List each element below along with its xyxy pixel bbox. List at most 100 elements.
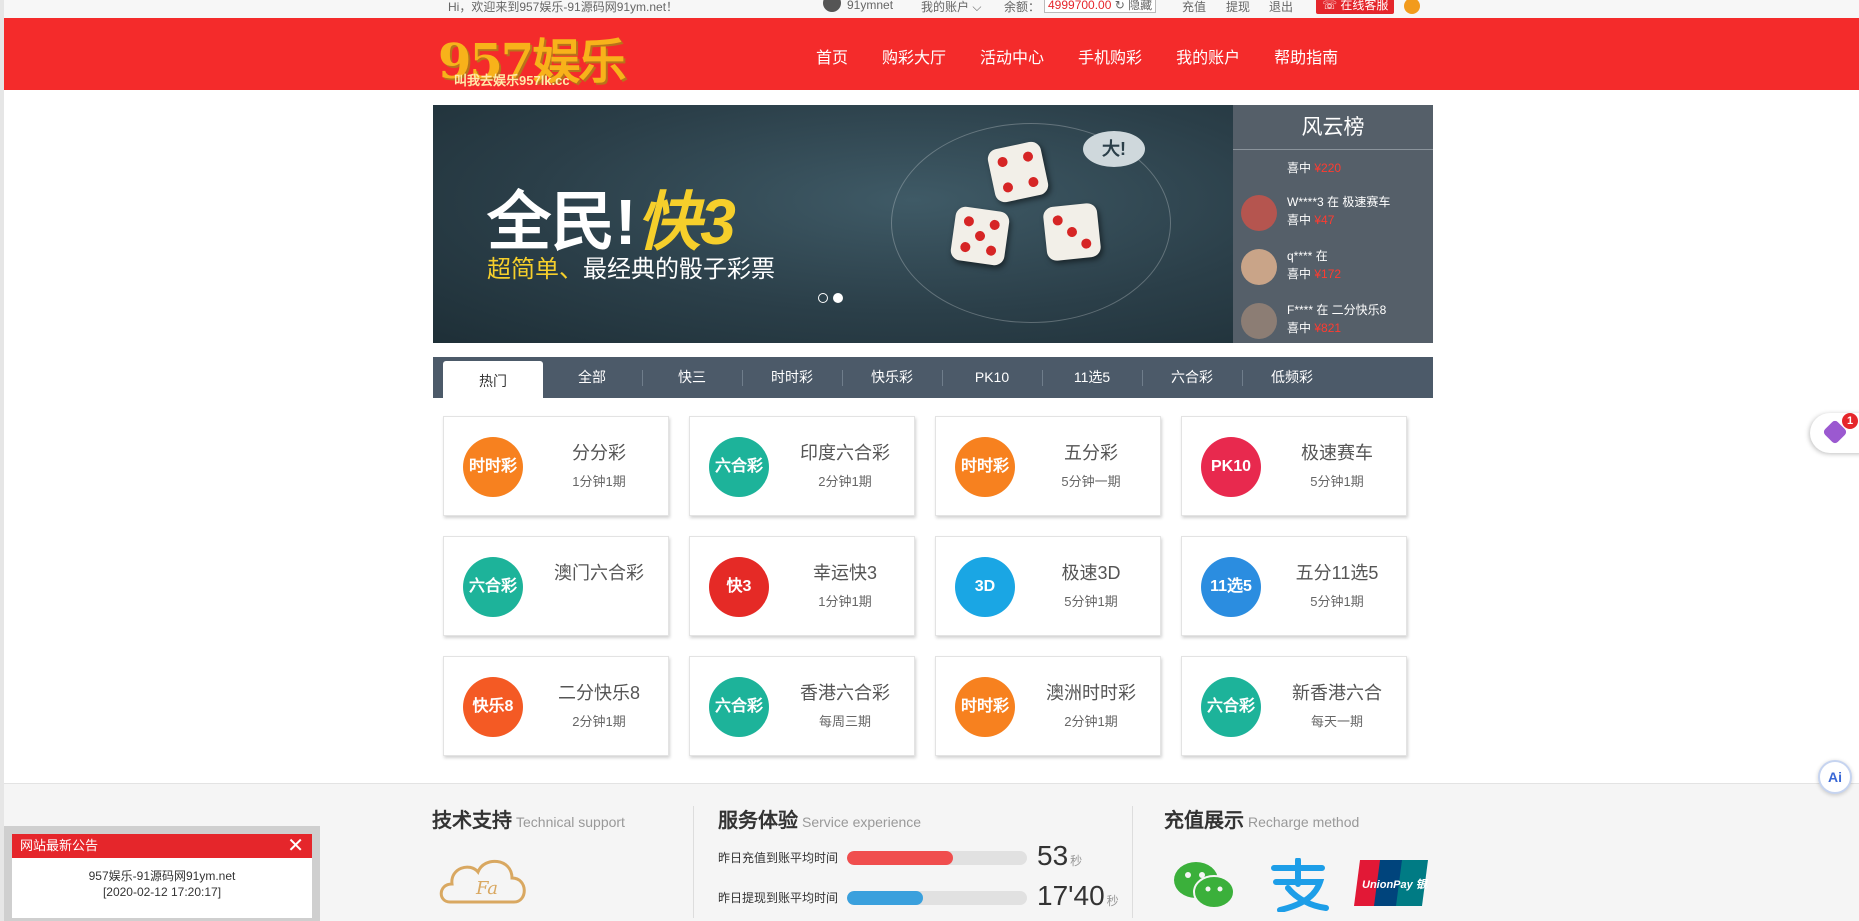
- carousel-dot[interactable]: [818, 293, 828, 303]
- promo-banner[interactable]: 全民!快3 超简单、最经典的骰子彩票 大!: [433, 105, 1233, 343]
- game-frequency: 2分钟1期: [818, 474, 872, 489]
- dice-graphic: [1042, 202, 1102, 262]
- my-account-dropdown[interactable]: 我的账户 ⌵: [921, 0, 981, 15]
- ai-assistant-button[interactable]: Ai: [1818, 760, 1852, 794]
- carousel-dot-active[interactable]: [833, 293, 843, 303]
- tab-all[interactable]: 全部: [542, 357, 642, 398]
- game-card[interactable]: 六合彩 新香港六合 每天一期: [1181, 656, 1407, 756]
- close-icon[interactable]: ✕: [287, 834, 304, 858]
- top-bar: Hi，欢迎来到957娱乐-91源码网91ym.net！ 91ymnet 我的账户…: [4, 0, 1859, 18]
- dice-graphic: [985, 139, 1051, 205]
- side-float-widget[interactable]: 1: [1810, 413, 1859, 453]
- game-card[interactable]: 六合彩 澳门六合彩: [443, 536, 669, 636]
- withdraw-link[interactable]: 提现: [1226, 0, 1250, 15]
- won-label: 喜中: [1287, 213, 1312, 227]
- won-label: 喜中: [1287, 267, 1312, 281]
- main-header: 957娱乐 叫我去娱乐957lk.cc 首页 购彩大厅 活动中心 手机购彩 我的…: [4, 18, 1859, 90]
- service-title: 服务体验 Service experience: [718, 804, 921, 833]
- game-frequency: 2分钟1期: [572, 714, 626, 729]
- banner-subtitle-rest: 最经典的骰子彩票: [583, 256, 775, 283]
- won-amount: ¥47: [1314, 213, 1335, 227]
- recharge-method-en: Recharge method: [1248, 814, 1360, 830]
- game-card[interactable]: 3D 极速3D 5分钟1期: [935, 536, 1161, 636]
- game-name: 二分快乐8: [557, 683, 640, 703]
- carousel-dots: [818, 293, 843, 303]
- game-card[interactable]: 快乐8 二分快乐8 2分钟1期: [443, 656, 669, 756]
- lottery-logo-icon: 快3: [709, 557, 769, 617]
- lottery-logo-icon: 六合彩: [1201, 677, 1261, 737]
- nav-lottery-hall[interactable]: 购彩大厅: [882, 44, 946, 68]
- recharge-link[interactable]: 充值: [1182, 0, 1206, 15]
- tab-11x5[interactable]: 11选5: [1042, 357, 1142, 398]
- tab-kuai3[interactable]: 快三: [642, 357, 742, 398]
- withdraw-time-bar: [847, 891, 1027, 905]
- lottery-logo-icon: 快乐8: [463, 677, 523, 737]
- welcome-text: Hi，欢迎来到957娱乐-91源码网91ym.net！: [448, 0, 679, 14]
- game-name: 香港六合彩: [800, 683, 890, 703]
- ranking-entry-won: 喜中 ¥220: [1287, 159, 1341, 176]
- nav-help-guide[interactable]: 帮助指南: [1274, 44, 1338, 68]
- game-name: 五分彩: [1064, 443, 1118, 463]
- nav-home[interactable]: 首页: [816, 44, 848, 68]
- game-card[interactable]: 时时彩 澳洲时时彩 2分钟1期: [935, 656, 1161, 756]
- lottery-logo-icon: 六合彩: [463, 557, 523, 617]
- tab-hot[interactable]: 热门: [443, 361, 543, 398]
- nav-activity-center[interactable]: 活动中心: [980, 44, 1044, 68]
- game-name: 分分彩: [572, 443, 626, 463]
- recharge-method-title: 充值展示 Recharge method: [1164, 804, 1359, 833]
- notification-badge: 1: [1842, 413, 1858, 429]
- ranking-entry-user: q**** 在: [1287, 249, 1328, 263]
- game-frequency: 每天一期: [1310, 714, 1363, 729]
- announcement-title: 网站最新公告: [20, 838, 99, 853]
- balance-label: 余额：: [1004, 0, 1041, 14]
- withdraw-time-value: 17'40 秒: [1037, 880, 1119, 912]
- tab-shishicai[interactable]: 时时彩: [742, 357, 842, 398]
- main-nav: 首页 购彩大厅 活动中心 手机购彩 我的账户 帮助指南: [816, 44, 1372, 68]
- won-amount: ¥220: [1314, 161, 1342, 175]
- tech-support-title: 技术支持 Technical support: [432, 804, 625, 833]
- banner-subtitle: 超简单、最经典的骰子彩票: [487, 249, 775, 284]
- game-card[interactable]: PK10 极速赛车 5分钟1期: [1181, 416, 1407, 516]
- tab-kuailecai[interactable]: 快乐彩: [842, 357, 942, 398]
- game-card[interactable]: 快3 幸运快3 1分钟1期: [689, 536, 915, 636]
- tab-low-frequency[interactable]: 低频彩: [1242, 357, 1342, 398]
- ranking-entry-user: F**** 在 二分快乐8: [1287, 303, 1387, 317]
- logout-link[interactable]: 退出: [1269, 0, 1293, 15]
- headset-icon: ☏: [1322, 0, 1338, 12]
- recharge-time-number: 53: [1037, 840, 1069, 871]
- page: Hi，欢迎来到957娱乐-91源码网91ym.net！ 91ymnet 我的账户…: [0, 0, 1859, 921]
- refresh-icon[interactable]: ↻: [1115, 0, 1125, 12]
- announcement-line: 957娱乐-91源码网91ym.net: [88, 869, 236, 883]
- game-card[interactable]: 六合彩 香港六合彩 每周三期: [689, 656, 915, 756]
- announcement-message[interactable]: 957娱乐-91源码网91ym.net [2020-02-12 17:20:17…: [12, 868, 312, 900]
- cloud-text: Fa: [475, 878, 498, 899]
- game-card[interactable]: 时时彩 五分彩 5分钟一期: [935, 416, 1161, 516]
- online-service-button[interactable]: ☏ 在线客服: [1316, 0, 1395, 14]
- nav-my-account[interactable]: 我的账户: [1176, 44, 1240, 68]
- user-info[interactable]: 91ymnet: [823, 0, 893, 12]
- game-card[interactable]: 11选5 五分11选5 5分钟1期: [1181, 536, 1407, 636]
- hide-balance-link[interactable]: 隐藏: [1128, 0, 1152, 12]
- recharge-method-label: 充值展示: [1164, 810, 1244, 832]
- service-en: Service experience: [802, 814, 922, 830]
- dice-graphic: [949, 205, 1011, 267]
- ranking-entry: W****3 在 极速赛车 喜中 ¥47: [1241, 191, 1431, 237]
- wechat-pay-icon: [1174, 862, 1235, 909]
- lottery-logo-icon: 时时彩: [955, 677, 1015, 737]
- announcement-popup: 网站最新公告 ✕ 957娱乐-91源码网91ym.net [2020-02-12…: [4, 826, 320, 921]
- ranking-entry: 喜中 ¥220: [1241, 139, 1431, 185]
- site-logo[interactable]: 957娱乐 叫我去娱乐957lk.cc: [434, 22, 644, 90]
- lottery-logo-icon: 六合彩: [709, 677, 769, 737]
- game-card[interactable]: 六合彩 印度六合彩 2分钟1期: [689, 416, 915, 516]
- nav-mobile-lottery[interactable]: 手机购彩: [1078, 44, 1142, 68]
- tab-pk10[interactable]: PK10: [942, 357, 1042, 398]
- username: 91ymnet: [847, 0, 894, 12]
- recharge-time-fill: [847, 851, 954, 865]
- ranking-entry-user: W****3 在 极速赛车: [1287, 195, 1391, 209]
- unionpay-icon: UnionPay 银联: [1354, 860, 1428, 906]
- balance-box: 4999700.00 ↻ 隐藏: [1044, 0, 1157, 13]
- game-frequency: 1分钟1期: [818, 594, 872, 609]
- tab-liuhecai[interactable]: 六合彩: [1142, 357, 1242, 398]
- game-card[interactable]: 时时彩 分分彩 1分钟1期: [443, 416, 669, 516]
- footer-divider: [693, 806, 694, 918]
